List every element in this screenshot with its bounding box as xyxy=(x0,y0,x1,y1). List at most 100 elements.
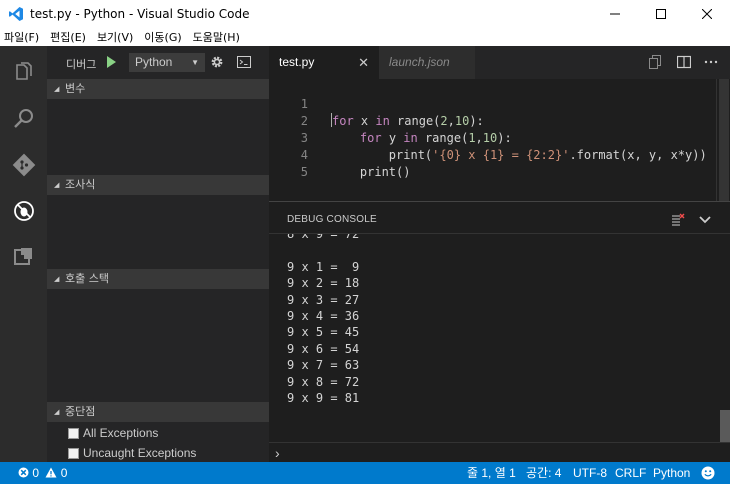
status-bar: 0 0 줄 1, 열 1 공간: 4 UTF-8 CRLF Python xyxy=(0,462,730,484)
line-number: 5 xyxy=(300,165,308,179)
console-scrollbar[interactable] xyxy=(719,234,730,442)
checkbox[interactable] xyxy=(68,447,79,459)
activity-bar xyxy=(0,46,47,462)
collapse-triangle-icon: ◢ xyxy=(54,275,60,283)
section-watch[interactable]: ◢ 조사식 xyxy=(47,175,269,195)
more-actions-icon[interactable] xyxy=(704,55,718,69)
menu-view[interactable]: 보기(V) xyxy=(97,29,133,45)
split-editor-icon[interactable] xyxy=(677,55,691,69)
extensions-icon xyxy=(13,248,32,265)
menu-file[interactable]: 파일(F) xyxy=(4,29,39,45)
play-icon[interactable] xyxy=(107,56,116,68)
explorer-icon xyxy=(15,62,32,80)
console-line: 9 x 3 = 27 xyxy=(287,292,360,307)
code-editor[interactable]: 1 for x in range(2,10): 2 for y in range… xyxy=(269,79,730,201)
vscode-logo-icon xyxy=(9,7,23,21)
code-text: print() xyxy=(331,165,411,179)
tab-label: launch.json xyxy=(389,55,450,69)
activity-search[interactable] xyxy=(0,96,47,142)
window-title: test.py - Python - Visual Studio Code xyxy=(30,7,250,21)
breakpoint-label: All Exceptions xyxy=(83,426,159,440)
encoding[interactable]: UTF-8 xyxy=(573,462,607,484)
search-icon xyxy=(13,109,33,128)
editor-area: test.py ✕ launch.json 1 for x in range(2… xyxy=(269,46,730,462)
clear-console-icon[interactable] xyxy=(671,213,685,227)
warning-count: 0 xyxy=(60,466,68,480)
menu-edit[interactable]: 편집(E) xyxy=(50,29,86,45)
error-count: 0 xyxy=(32,466,40,480)
maximize-icon xyxy=(656,9,666,19)
activity-extensions[interactable] xyxy=(0,234,47,280)
section-breakpoints[interactable]: ◢ 중단점 xyxy=(47,402,269,422)
code-line: 5 xyxy=(269,147,716,179)
tab-launch-json[interactable]: launch.json xyxy=(379,46,475,79)
warning-icon xyxy=(45,467,57,478)
scrollbar-thumb[interactable] xyxy=(720,410,730,442)
close-button[interactable] xyxy=(684,0,730,28)
collapse-triangle-icon: ◢ xyxy=(54,85,60,93)
debug-icon xyxy=(13,201,34,221)
checkbox[interactable] xyxy=(68,427,79,439)
language-mode[interactable]: Python xyxy=(653,462,690,484)
menu-goto[interactable]: 이동(G) xyxy=(144,29,181,45)
tab-test-py[interactable]: test.py ✕ xyxy=(269,46,379,79)
cursor-position[interactable]: 줄 1, 열 1 xyxy=(467,462,516,484)
section-variables[interactable]: ◢ 변수 xyxy=(47,79,269,99)
console-line: 9 x 8 = 72 xyxy=(287,374,360,389)
console-output: 8 x 9 = 72 9 x 1 = 9 9 x 2 = 18 9 x 3 = … xyxy=(287,234,707,442)
debug-sidebar: 디버그 Python ▼ ◢ 변수 ◢ 조사식 ◢ 호출 스택 ◢ 중단점 Al… xyxy=(47,46,269,462)
debug-config-value: Python xyxy=(135,55,173,69)
open-changes-icon[interactable] xyxy=(648,55,662,69)
minimize-button[interactable] xyxy=(592,0,638,28)
error-icon xyxy=(18,467,29,478)
dropdown-caret-icon: ▼ xyxy=(191,58,199,67)
problems-indicator[interactable]: 0 0 xyxy=(18,462,67,484)
tab-bar: test.py ✕ launch.json xyxy=(269,46,730,79)
close-tab-icon[interactable]: ✕ xyxy=(358,46,369,79)
console-line: 9 x 5 = 45 xyxy=(287,325,360,340)
collapse-triangle-icon: ◢ xyxy=(54,408,60,416)
debug-config-select[interactable]: Python ▼ xyxy=(129,53,205,72)
git-icon xyxy=(12,153,35,177)
console-line: 9 x 9 = 81 xyxy=(287,390,360,405)
prompt-chevron-icon: › xyxy=(275,445,280,461)
breakpoint-uncaught-exceptions[interactable]: Uncaught Exceptions xyxy=(68,446,196,460)
repl-input[interactable]: › xyxy=(269,442,730,463)
chevron-down-icon[interactable] xyxy=(698,214,712,226)
console-line: 8 x 9 = 72 xyxy=(287,234,360,241)
console-line: 9 x 6 = 54 xyxy=(287,341,360,356)
editor-scrollbar[interactable] xyxy=(716,79,730,201)
console-line: 9 x 1 = 9 xyxy=(287,259,360,274)
activity-explorer[interactable] xyxy=(0,50,47,96)
tab-label: test.py xyxy=(279,55,315,69)
code-line: 2 for y in range(1,10): xyxy=(269,96,716,145)
line-ending[interactable]: CRLF xyxy=(615,462,646,484)
collapse-triangle-icon: ◢ xyxy=(54,181,60,189)
title-bar: test.py - Python - Visual Studio Code xyxy=(0,0,730,28)
menu-help[interactable]: 도움말(H) xyxy=(193,29,240,45)
debug-title: 디버그 xyxy=(66,58,97,71)
section-watch-label: 조사식 xyxy=(65,178,96,191)
console-line: 9 x 4 = 36 xyxy=(287,308,360,323)
activity-debug[interactable] xyxy=(0,188,47,234)
close-icon xyxy=(702,9,712,19)
code-line: 4 print() xyxy=(269,130,716,179)
debug-console-panel: DEBUG CONSOLE 8 x 9 = 72 9 x 1 = 9 9 x 2… xyxy=(269,201,730,462)
menu-bar: 파일(F) 편집(E) 보기(V) 이동(G) 도움말(H) xyxy=(0,28,730,46)
activity-git[interactable] xyxy=(0,142,47,188)
console-icon[interactable] xyxy=(237,55,251,69)
feedback-smiley-icon[interactable] xyxy=(701,462,715,484)
gear-icon[interactable] xyxy=(209,54,225,70)
minimize-icon xyxy=(610,13,620,15)
section-variables-label: 변수 xyxy=(65,82,86,95)
section-breakpoints-label: 중단점 xyxy=(65,405,96,418)
scrollbar-thumb[interactable] xyxy=(719,79,729,201)
indentation[interactable]: 공간: 4 xyxy=(526,462,561,484)
maximize-button[interactable] xyxy=(638,0,684,28)
breakpoint-all-exceptions[interactable]: All Exceptions xyxy=(68,426,158,440)
console-line: 9 x 2 = 18 xyxy=(287,276,360,291)
code-line: 3 print('{0} x {1} = {2:2}'.format(x, y,… xyxy=(269,113,716,162)
console-line: 9 x 7 = 63 xyxy=(287,358,360,373)
section-call-stack[interactable]: ◢ 호출 스택 xyxy=(47,269,269,289)
